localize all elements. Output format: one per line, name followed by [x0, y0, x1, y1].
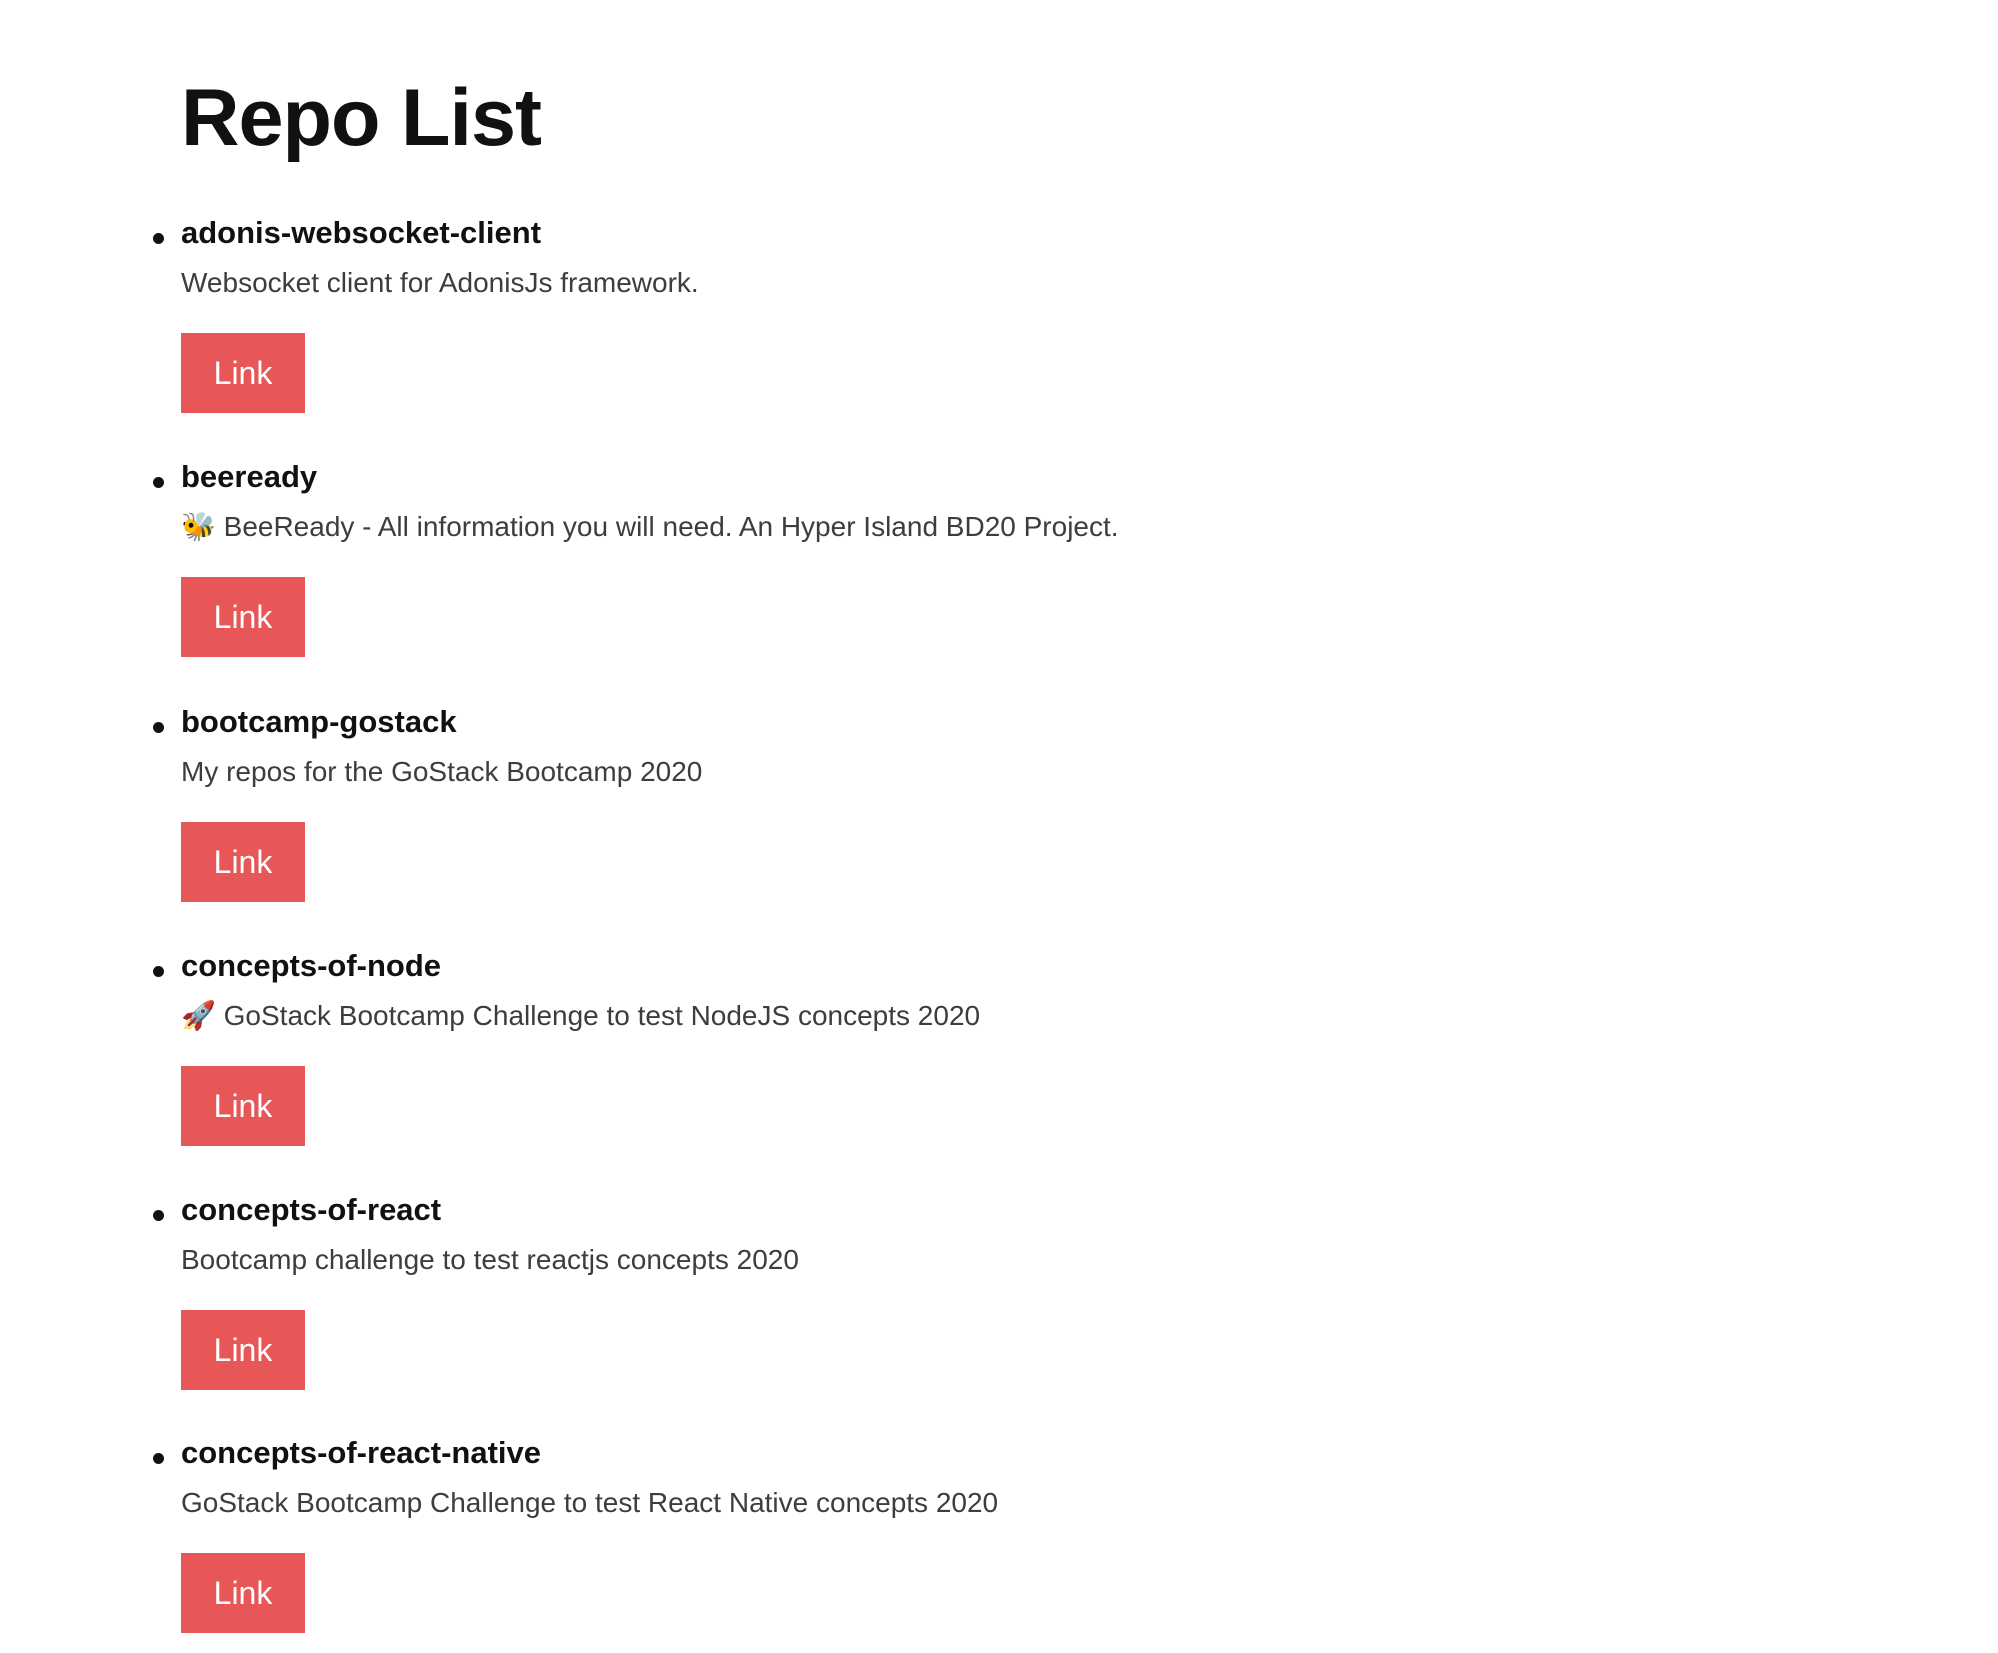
bullet-icon: [153, 1210, 164, 1221]
repo-link-button[interactable]: Link: [181, 1066, 305, 1146]
bullet-icon: [153, 722, 164, 733]
repo-description: GoStack Bootcamp Challenge to test React…: [181, 1487, 999, 1518]
repo-link-button[interactable]: Link: [181, 1310, 305, 1390]
repo-name: adonis-websocket-client: [181, 215, 542, 250]
list-item: bootcamp-gostack My repos for the GoStac…: [153, 704, 1681, 922]
repo-name: concepts-of-react: [181, 1192, 442, 1227]
list-item: adonis-websocket-client Websocket client…: [153, 215, 1681, 433]
repo-description: 🚀 GoStack Bootcamp Challenge to test Nod…: [181, 1000, 981, 1031]
list-item: beeready 🐝 BeeReady - All information yo…: [153, 459, 1681, 677]
list-item: concepts-of-react-native GoStack Bootcam…: [153, 1435, 1681, 1653]
repo-link-button[interactable]: Link: [181, 577, 305, 657]
repo-name: bootcamp-gostack: [181, 704, 457, 739]
repo-description: Bootcamp challenge to test reactjs conce…: [181, 1244, 799, 1275]
list-item: concepts-of-node 🚀 GoStack Bootcamp Chal…: [153, 948, 1681, 1166]
bullet-icon: [153, 966, 164, 977]
bullet-icon: [153, 233, 164, 244]
repo-description: 🐝 BeeReady - All information you will ne…: [181, 511, 1119, 542]
repo-link-button[interactable]: Link: [181, 822, 305, 902]
page-title: Repo List: [181, 73, 542, 163]
repo-description: My repos for the GoStack Bootcamp 2020: [181, 756, 703, 787]
repo-link-button[interactable]: Link: [181, 1553, 305, 1633]
bullet-icon: [153, 477, 164, 488]
repo-description: Websocket client for AdonisJs framework.: [181, 267, 699, 298]
repo-list-page: Repo List adonis-websocket-client Websoc…: [0, 0, 1998, 1636]
bullet-icon: [153, 1453, 164, 1464]
repo-name: concepts-of-react-native: [181, 1435, 542, 1470]
repo-name: concepts-of-node: [181, 948, 442, 983]
repo-name: beeready: [181, 459, 318, 494]
repo-link-button[interactable]: Link: [181, 333, 305, 413]
list-item: concepts-of-react Bootcamp challenge to …: [153, 1192, 1681, 1410]
